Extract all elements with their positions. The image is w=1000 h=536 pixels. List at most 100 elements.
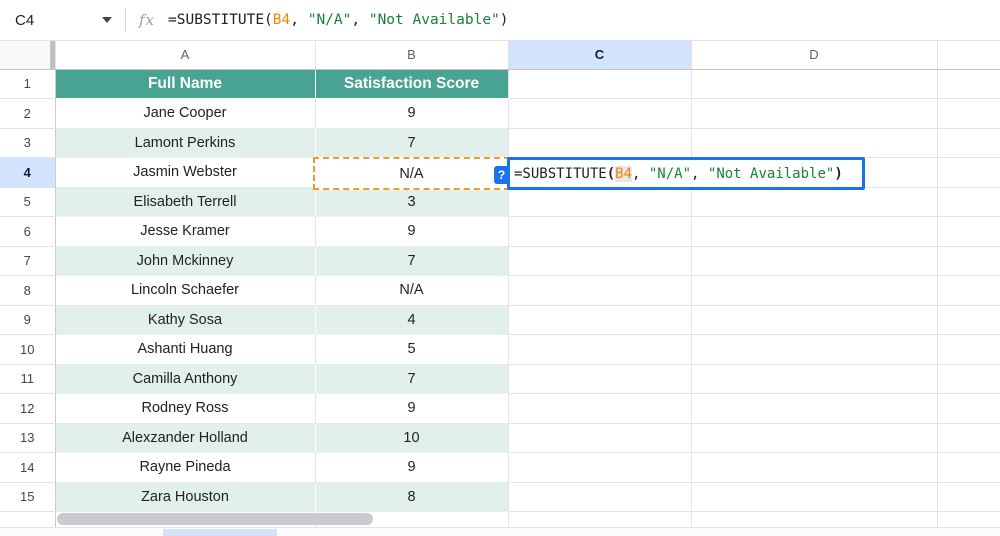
cell-empty[interactable]: [508, 453, 691, 483]
cell-empty[interactable]: [691, 276, 937, 306]
cell-empty[interactable]: [937, 423, 1000, 453]
chevron-down-icon[interactable]: [102, 17, 112, 23]
cell-score[interactable]: 4: [315, 305, 508, 335]
row-header[interactable]: 15: [0, 482, 55, 512]
cell-score[interactable]: 9: [315, 453, 508, 483]
cell-score[interactable]: 7: [315, 246, 508, 276]
row-header[interactable]: 1: [0, 69, 55, 99]
cell-empty[interactable]: [508, 364, 691, 394]
cell-empty[interactable]: [691, 99, 937, 129]
cell-empty[interactable]: [937, 246, 1000, 276]
cell-header-score[interactable]: Satisfaction Score: [315, 69, 508, 99]
cell-empty[interactable]: [937, 69, 1000, 99]
cell-empty[interactable]: [691, 305, 937, 335]
cell-empty[interactable]: [508, 482, 691, 512]
cell-name[interactable]: Elisabeth Terrell: [55, 187, 315, 217]
cell-score[interactable]: 10: [315, 423, 508, 453]
cell-empty[interactable]: [508, 335, 691, 365]
cell-empty[interactable]: [937, 453, 1000, 483]
cell-score[interactable]: 3: [315, 187, 508, 217]
row-header[interactable]: 8: [0, 276, 55, 306]
cell-empty[interactable]: [508, 217, 691, 247]
cell-name[interactable]: Lamont Perkins: [55, 128, 315, 158]
cell-empty[interactable]: [691, 423, 937, 453]
cell-empty[interactable]: [691, 364, 937, 394]
cell-empty[interactable]: [937, 187, 1000, 217]
row-header-active[interactable]: 4: [0, 158, 55, 188]
cell-empty[interactable]: [937, 128, 1000, 158]
cell-empty[interactable]: [937, 512, 1000, 528]
cell-name[interactable]: Ashanti Huang: [55, 335, 315, 365]
cell-empty[interactable]: [508, 246, 691, 276]
referenced-cell-b4[interactable]: N/A: [313, 157, 510, 190]
name-box[interactable]: C4: [0, 0, 125, 40]
cell-score[interactable]: 9: [315, 217, 508, 247]
cell-score[interactable]: N/A: [315, 276, 508, 306]
cell-name[interactable]: John Mckinney: [55, 246, 315, 276]
cell-empty[interactable]: [691, 453, 937, 483]
cell-empty[interactable]: [508, 423, 691, 453]
cell-editor-c4[interactable]: =SUBSTITUTE(B4, "N/A", "Not Available"): [507, 157, 865, 190]
cell-header-name[interactable]: Full Name: [55, 69, 315, 99]
cell-score[interactable]: 5: [315, 335, 508, 365]
cell-name[interactable]: Jasmin Webster: [55, 158, 315, 188]
column-header-e[interactable]: [937, 41, 1000, 69]
cell-empty[interactable]: [508, 69, 691, 99]
cell-empty[interactable]: [937, 305, 1000, 335]
row-header[interactable]: 3: [0, 128, 55, 158]
cell-empty[interactable]: [508, 99, 691, 129]
cell-empty[interactable]: [937, 276, 1000, 306]
row-header[interactable]: 12: [0, 394, 55, 424]
row-header[interactable]: 6: [0, 217, 55, 247]
cell-name[interactable]: Camilla Anthony: [55, 364, 315, 394]
cell-empty[interactable]: [691, 187, 937, 217]
column-header-a[interactable]: A: [55, 41, 315, 69]
cell-empty[interactable]: [508, 276, 691, 306]
cell-name[interactable]: Kathy Sosa: [55, 305, 315, 335]
cell-empty[interactable]: [691, 394, 937, 424]
cell-score[interactable]: 8: [315, 482, 508, 512]
cell-empty[interactable]: [508, 128, 691, 158]
cell-empty[interactable]: [937, 158, 1000, 188]
column-header-b[interactable]: B: [315, 41, 508, 69]
cell-empty[interactable]: [691, 69, 937, 99]
cell-empty[interactable]: [937, 482, 1000, 512]
row-header[interactable]: 5: [0, 187, 55, 217]
cell-name[interactable]: Zara Houston: [55, 482, 315, 512]
cell-score[interactable]: 9: [315, 394, 508, 424]
cell-empty[interactable]: [937, 99, 1000, 129]
cell-empty[interactable]: [691, 482, 937, 512]
cell-empty[interactable]: [937, 394, 1000, 424]
cell-name[interactable]: Rayne Pineda: [55, 453, 315, 483]
cell-empty[interactable]: [508, 305, 691, 335]
cell-score[interactable]: 9: [315, 99, 508, 129]
row-header[interactable]: 11: [0, 364, 55, 394]
cell-empty[interactable]: [937, 364, 1000, 394]
row-header[interactable]: 13: [0, 423, 55, 453]
column-header-c[interactable]: C: [508, 41, 691, 69]
cell-empty[interactable]: [691, 335, 937, 365]
cell-empty[interactable]: [691, 512, 937, 528]
cell-name[interactable]: Lincoln Schaefer: [55, 276, 315, 306]
cell-name[interactable]: Jesse Kramer: [55, 217, 315, 247]
cell-empty[interactable]: [508, 394, 691, 424]
row-header[interactable]: 7: [0, 246, 55, 276]
cell-name[interactable]: Rodney Ross: [55, 394, 315, 424]
formula-bar-input[interactable]: =SUBSTITUTE(B4, "N/A", "Not Available"): [168, 12, 509, 28]
row-header[interactable]: [0, 512, 55, 528]
cell-score[interactable]: 7: [315, 128, 508, 158]
cell-empty[interactable]: [937, 335, 1000, 365]
cell-empty[interactable]: [508, 512, 691, 528]
cell-name[interactable]: Jane Cooper: [55, 99, 315, 129]
cell-empty[interactable]: [691, 217, 937, 247]
cell-empty[interactable]: [691, 128, 937, 158]
cell-empty[interactable]: [937, 217, 1000, 247]
cell-empty[interactable]: [508, 187, 691, 217]
cell-score[interactable]: 7: [315, 364, 508, 394]
column-header-d[interactable]: D: [691, 41, 937, 69]
row-header[interactable]: 10: [0, 335, 55, 365]
row-header[interactable]: 2: [0, 99, 55, 129]
select-all-corner[interactable]: [0, 41, 55, 69]
row-header[interactable]: 9: [0, 305, 55, 335]
row-header[interactable]: 14: [0, 453, 55, 483]
